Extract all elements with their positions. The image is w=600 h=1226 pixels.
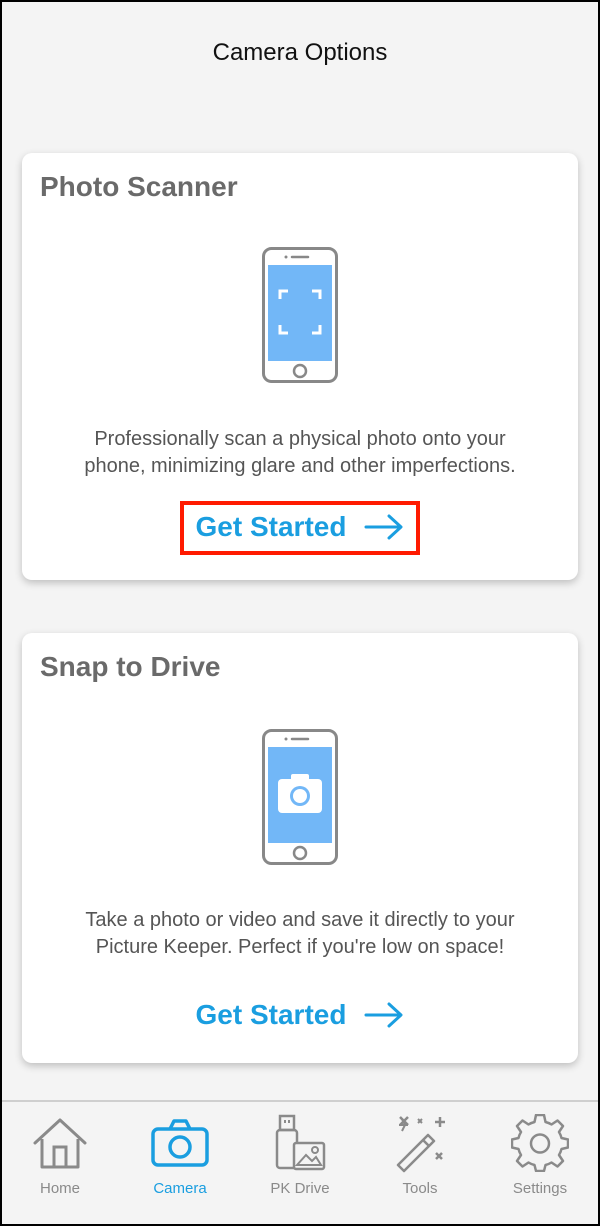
arrow-right-icon <box>364 514 404 540</box>
pk-drive-icon <box>270 1114 330 1172</box>
photo-scanner-get-started-button[interactable]: Get Started <box>179 501 421 555</box>
card-description: Professionally scan a physical photo ont… <box>84 428 516 477</box>
gear-icon <box>511 1114 569 1172</box>
snap-to-drive-get-started-button[interactable]: Get Started <box>184 993 417 1037</box>
tab-pk-drive[interactable]: PK Drive <box>240 1102 360 1226</box>
page-title: Camera Options <box>212 39 388 66</box>
card-title: Snap to Drive <box>40 651 221 682</box>
phone-camera-icon <box>262 729 338 870</box>
tab-tools[interactable]: Tools <box>360 1102 480 1226</box>
home-icon <box>30 1114 90 1172</box>
card-description: Take a photo or video and save it direct… <box>85 909 515 958</box>
photo-scanner-card: Photo Scanner Professionally scan a phys… <box>22 153 578 580</box>
get-started-label: Get Started <box>195 511 347 542</box>
card-title: Photo Scanner <box>40 171 238 202</box>
magic-wand-icon <box>390 1114 450 1173</box>
get-started-label: Get Started <box>195 999 347 1030</box>
tab-camera[interactable]: Camera <box>120 1102 240 1226</box>
snap-to-drive-card: Snap to Drive Take a photo or video and … <box>22 633 578 1063</box>
tab-settings[interactable]: Settings <box>480 1102 600 1226</box>
tab-home[interactable]: Home <box>0 1102 120 1226</box>
tab-bar: Home Camera PK Drive Tools Settings <box>0 1100 600 1226</box>
phone-scan-icon <box>262 247 338 388</box>
arrow-right-icon <box>364 1002 404 1028</box>
camera-icon <box>150 1114 210 1172</box>
header: Camera Options <box>0 0 600 110</box>
